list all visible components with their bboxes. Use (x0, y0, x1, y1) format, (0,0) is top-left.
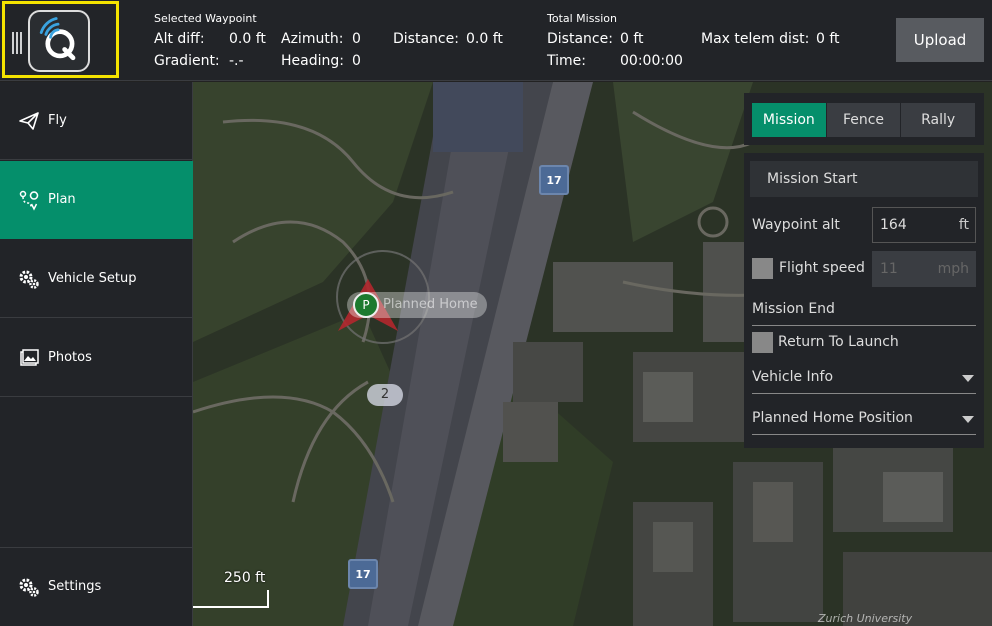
total-distance-value: 0 ft (620, 31, 644, 47)
total-mission-heading: Total Mission (547, 12, 617, 25)
max-telem-label: Max telem dist: (701, 31, 810, 47)
nav-vehicle-setup-label: Vehicle Setup (48, 271, 137, 286)
planned-home-position-heading[interactable]: Planned Home Position (752, 410, 913, 426)
nav-fly[interactable]: Fly (0, 82, 193, 160)
waypoint-alt-value: 164 (880, 217, 907, 233)
photos-icon (18, 347, 40, 369)
qgc-logo-icon (28, 10, 90, 72)
planned-home-marker[interactable]: P (353, 292, 379, 318)
top-toolbar: Selected Waypoint Alt diff: 0.0 ft Gradi… (0, 0, 992, 81)
return-to-launch-label: Return To Launch (778, 334, 899, 350)
return-to-launch-checkbox[interactable] (752, 332, 773, 353)
azimuth-label: Azimuth: (281, 31, 344, 47)
paper-plane-icon (18, 110, 40, 132)
mission-end-heading: Mission End (752, 301, 835, 317)
route-pin-icon (18, 189, 40, 211)
waypoint-alt-unit: ft (958, 217, 969, 233)
map-scale-label: 250 ft (224, 570, 266, 586)
map-scale-bar (193, 590, 269, 608)
plan-type-tabs: Mission Fence Rally (744, 93, 984, 145)
waypoint-distance-label: Distance: (393, 31, 459, 47)
waypoint-alt-field[interactable]: 164 ft (872, 207, 976, 243)
flight-speed-unit: mph (937, 261, 969, 277)
gradient-label: Gradient: (154, 53, 220, 69)
upload-button[interactable]: Upload (896, 18, 984, 62)
flight-speed-value: 11 (880, 261, 898, 277)
map-credit: Zurich University (818, 612, 913, 625)
gradient-value: -.- (229, 53, 244, 69)
waypoint-distance-value: 0.0 ft (466, 31, 503, 47)
alt-diff-value: 0.0 ft (229, 31, 266, 47)
nav-photos[interactable]: Photos (0, 319, 193, 397)
azimuth-value: 0 (352, 31, 361, 47)
left-nav: Fly Plan Vehicle Setup Photos Settings (0, 82, 193, 626)
gears-icon (18, 268, 40, 290)
nav-settings[interactable]: Settings (0, 547, 193, 625)
flight-speed-field[interactable]: 11 mph (872, 251, 976, 287)
nav-plan[interactable]: Plan (0, 161, 193, 239)
nav-settings-label: Settings (48, 579, 102, 594)
flight-speed-checkbox[interactable] (752, 258, 773, 279)
tab-mission[interactable]: Mission (752, 103, 827, 137)
mission-start-item[interactable]: Mission Start (750, 161, 978, 197)
heading-value: 0 (352, 53, 361, 69)
app-menu-button[interactable] (2, 1, 119, 78)
planned-home-chevron-down-icon[interactable] (962, 416, 974, 423)
flight-speed-label: Flight speed (779, 260, 865, 276)
road-number-badge: 17 (348, 559, 378, 589)
waypoint-alt-label: Waypoint alt (752, 217, 840, 233)
settings-gears-icon (18, 576, 40, 598)
nav-photos-label: Photos (48, 350, 92, 365)
vehicle-info-chevron-down-icon[interactable] (962, 375, 974, 382)
nav-plan-label: Plan (48, 192, 76, 207)
road-number-badge: 17 (539, 165, 569, 195)
waypoint-marker[interactable]: 2 (367, 384, 403, 406)
alt-diff-label: Alt diff: (154, 31, 205, 47)
max-telem-value: 0 ft (816, 31, 840, 47)
mission-end-divider (752, 325, 976, 326)
selected-waypoint-heading: Selected Waypoint (154, 12, 257, 25)
mission-settings-panel: Mission Start Waypoint alt 164 ft Flight… (744, 153, 984, 448)
total-time-label: Time: (547, 53, 586, 69)
vehicle-info-divider (752, 393, 976, 394)
planned-home-divider (752, 434, 976, 435)
total-distance-label: Distance: (547, 31, 613, 47)
vehicle-info-heading[interactable]: Vehicle Info (752, 369, 833, 385)
tab-rally[interactable]: Rally (901, 103, 977, 137)
hamburger-icon (12, 32, 26, 54)
nav-fly-label: Fly (48, 113, 67, 128)
total-time-value: 00:00:00 (620, 53, 683, 69)
heading-label: Heading: (281, 53, 344, 69)
nav-vehicle-setup[interactable]: Vehicle Setup (0, 240, 193, 318)
tab-fence[interactable]: Fence (826, 103, 902, 137)
